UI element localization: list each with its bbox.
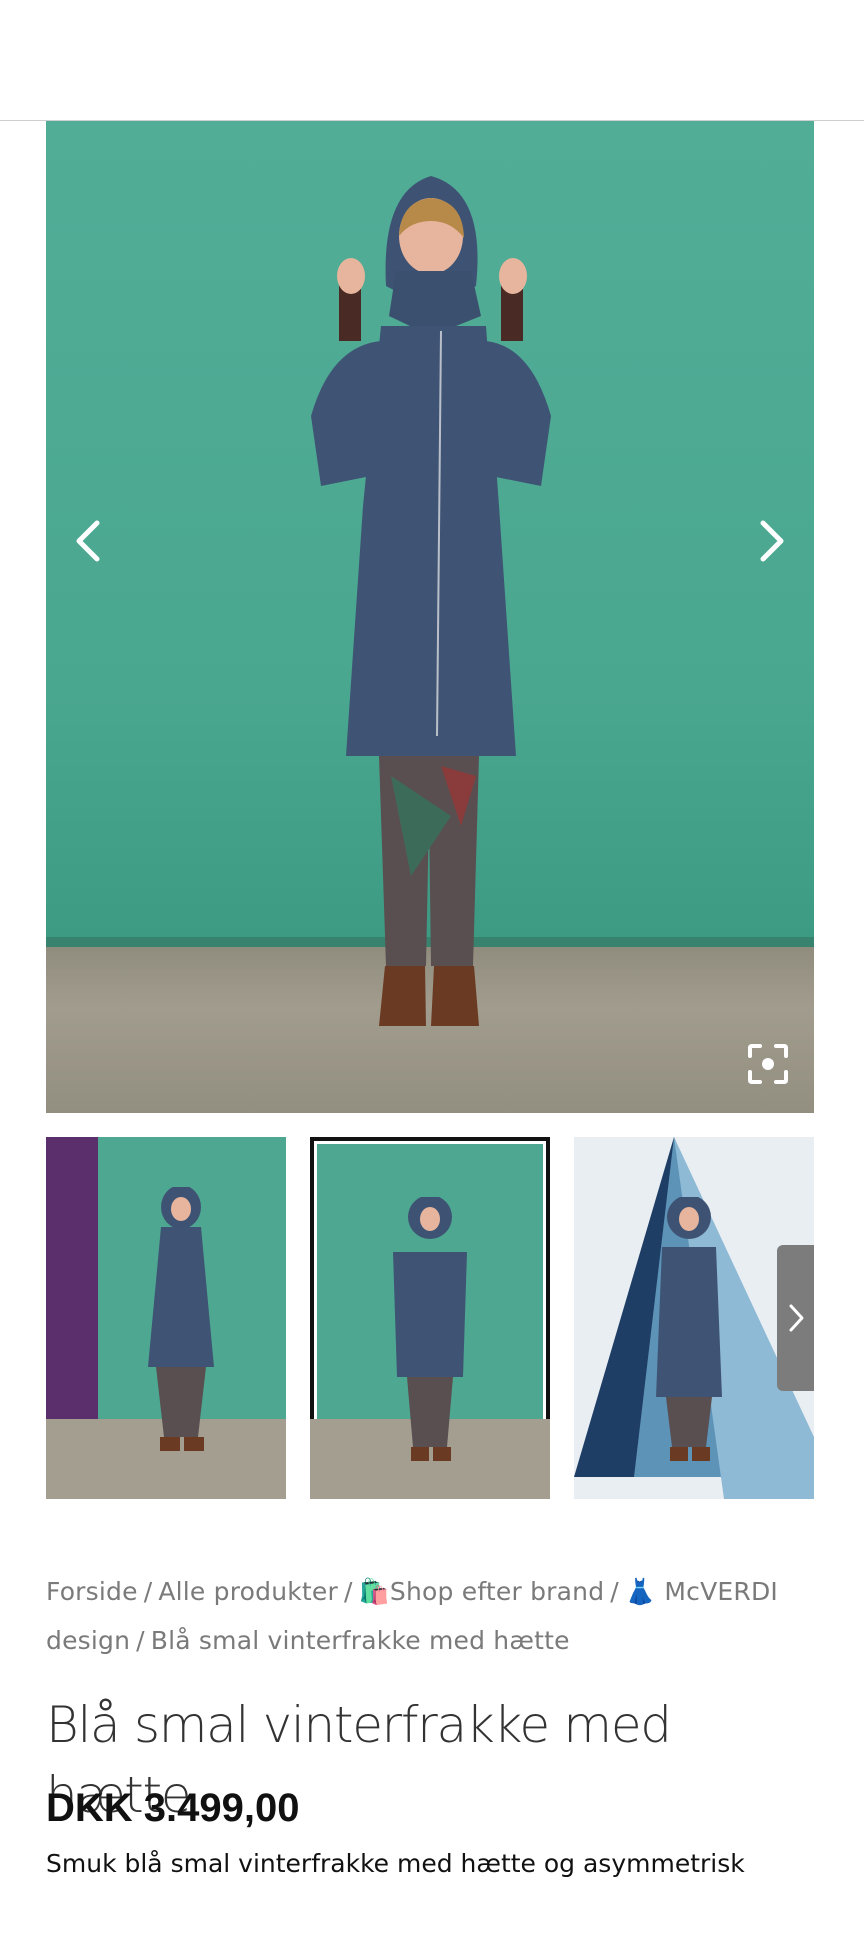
chevron-right-icon <box>760 520 784 562</box>
gallery-prev-button[interactable] <box>58 511 118 571</box>
zoom-button[interactable] <box>744 1040 792 1088</box>
breadcrumb-link-all-products[interactable]: Alle produkter <box>158 1577 338 1606</box>
product-main-image[interactable] <box>46 121 814 1113</box>
thumbnail-strip <box>46 1137 814 1499</box>
breadcrumb-link-shop-by-brand[interactable]: 🛍️Shop efter brand <box>359 1577 605 1606</box>
thumb-model <box>656 1197 722 1461</box>
chevron-left-icon <box>76 520 100 562</box>
chevron-right-icon <box>789 1304 803 1332</box>
breadcrumb-current: Blå smal vinterfrakke med hætte <box>150 1626 570 1655</box>
thumbnail-1[interactable] <box>46 1137 286 1499</box>
product-description: Smuk blå smal vinterfrakke med hætte og … <box>46 1849 745 1878</box>
breadcrumb-separator: / <box>136 1626 145 1655</box>
gallery-next-button[interactable] <box>742 511 802 571</box>
breadcrumb-separator: / <box>610 1577 619 1606</box>
site-header <box>0 0 864 121</box>
breadcrumb-separator: / <box>143 1577 153 1606</box>
breadcrumb-link-home[interactable]: Forside <box>46 1577 138 1606</box>
thumbnails-next-button[interactable] <box>777 1245 814 1391</box>
breadcrumb: Forside / Alle produkter / 🛍️Shop efter bran… <box>46 1567 786 1665</box>
zoom-icon <box>748 1044 788 1084</box>
thumb-model <box>148 1187 214 1451</box>
thumbnail-2-active[interactable] <box>310 1137 550 1499</box>
breadcrumb-separator: / <box>343 1577 353 1606</box>
product-price: DKK 3.499,00 <box>46 1786 300 1830</box>
thumb-model <box>393 1197 467 1461</box>
model-in-coat <box>311 176 551 1026</box>
